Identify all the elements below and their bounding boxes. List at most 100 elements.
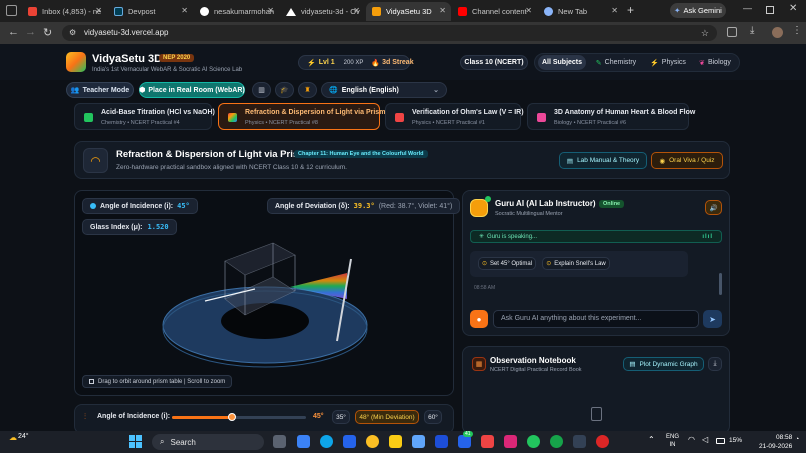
xbox-icon[interactable] bbox=[550, 435, 563, 448]
target-icon: ⊙ bbox=[481, 261, 487, 267]
tab-search-icon[interactable] bbox=[6, 5, 17, 16]
audio-wave-icon: ılıl bbox=[702, 233, 713, 240]
task-view-icon[interactable] bbox=[273, 435, 286, 448]
trophy-icon-button[interactable]: ♜ bbox=[298, 82, 317, 98]
url-bar[interactable]: ⚙ vidyasetu-3d.vercel.app ☆ bbox=[62, 25, 717, 41]
battery-icon[interactable] bbox=[716, 438, 725, 444]
guru-status-badge: Online bbox=[599, 200, 625, 208]
tab-devpost[interactable]: Devpost ✕ bbox=[108, 2, 193, 21]
export-button[interactable]: ⤓ bbox=[708, 357, 722, 371]
practical-heart[interactable]: 3D Anatomy of Human Heart & Blood Flow B… bbox=[527, 103, 695, 130]
game-icon[interactable] bbox=[573, 435, 586, 448]
window-close-icon[interactable]: ✕ bbox=[789, 3, 797, 14]
tab-youtube[interactable]: Channel content ✕ bbox=[452, 2, 537, 21]
wifi-icon[interactable]: ◠ bbox=[688, 435, 695, 444]
webar-button[interactable]: ⬢ Place in Real Room (WebAR) bbox=[139, 82, 245, 98]
set-45-chip[interactable]: ⊙ Set 45° Optimal bbox=[478, 257, 536, 270]
close-icon[interactable]: ✕ bbox=[181, 6, 188, 15]
close-icon[interactable]: ✕ bbox=[267, 6, 274, 15]
volume-icon[interactable]: ◁ bbox=[702, 435, 708, 444]
store-icon[interactable] bbox=[412, 435, 425, 448]
graduation-icon-button[interactable]: 🎓 bbox=[275, 82, 294, 98]
preset-35[interactable]: 35° bbox=[332, 410, 350, 424]
clock[interactable]: 08:58 21-09-2026 bbox=[759, 433, 792, 451]
instagram-icon[interactable] bbox=[504, 435, 517, 448]
pencil-icon bbox=[84, 113, 93, 122]
widgets-icon[interactable] bbox=[297, 435, 310, 448]
subject-chemistry[interactable]: ✎ Chemistry bbox=[590, 55, 642, 70]
devpost-icon bbox=[114, 7, 123, 16]
practical-ohms-law[interactable]: Verification of Ohm's Law (V = IR) Physi… bbox=[385, 103, 524, 130]
app-logo[interactable] bbox=[66, 52, 86, 72]
tab-github[interactable]: nesakumarmohan ✕ bbox=[194, 2, 279, 21]
practical-subtitle: Biology • NCERT Practical #6 bbox=[554, 120, 627, 126]
menu-icon[interactable]: ⋮ bbox=[792, 25, 802, 36]
notification-bell-icon[interactable]: ◔ bbox=[795, 436, 799, 443]
subject-all[interactable]: All Subjects bbox=[538, 55, 586, 70]
minimize-icon[interactable]: — bbox=[743, 3, 752, 13]
prism-viewer[interactable]: Angle of Incidence (i): 45° Glass Index … bbox=[74, 190, 461, 397]
extensions-icon[interactable] bbox=[727, 27, 737, 37]
pen-app-icon[interactable] bbox=[435, 435, 448, 448]
preset-48-min-deviation[interactable]: 48° (Min Deviation) bbox=[355, 410, 419, 424]
prism-scene[interactable] bbox=[75, 191, 455, 397]
red-app-icon[interactable] bbox=[596, 435, 609, 448]
mic-button[interactable]: ● bbox=[470, 310, 488, 328]
profile-avatar[interactable] bbox=[772, 27, 783, 38]
hand-icon bbox=[89, 379, 94, 384]
practical-titration[interactable]: Acid-Base Titration (HCl vs NaOH) Chemis… bbox=[74, 103, 215, 130]
forward-icon[interactable]: → bbox=[25, 26, 36, 38]
guru-input[interactable]: Ask Guru AI anything about this experime… bbox=[493, 310, 699, 328]
explain-snell-chip[interactable]: ⊙ Explain Snell's Law bbox=[542, 257, 610, 270]
slider-thumb[interactable] bbox=[228, 413, 237, 421]
language-indicator[interactable]: ENG IN bbox=[666, 433, 679, 449]
oral-viva-button[interactable]: ◉ Oral Viva / Quiz bbox=[651, 152, 723, 169]
taskbar-search[interactable]: ⌕ Search bbox=[152, 434, 264, 450]
close-icon[interactable]: ✕ bbox=[439, 6, 446, 15]
file-explorer-icon[interactable] bbox=[389, 435, 402, 448]
chart-icon: ▤ bbox=[629, 361, 636, 368]
start-button[interactable] bbox=[129, 435, 142, 448]
weather-icon[interactable]: ☁ bbox=[9, 433, 17, 442]
edge-icon[interactable] bbox=[320, 435, 333, 448]
tab-vercel[interactable]: vidyasetu-3d - Ov ✕ bbox=[280, 2, 365, 21]
teacher-mode-button[interactable]: 👥 Teacher Mode bbox=[66, 82, 134, 98]
restore-icon[interactable] bbox=[766, 6, 774, 14]
preset-60[interactable]: 60° bbox=[424, 410, 442, 424]
plot-graph-button[interactable]: ▤ Plot Dynamic Graph bbox=[623, 357, 704, 371]
back-icon[interactable]: ← bbox=[8, 26, 19, 38]
practical-refraction[interactable]: Refraction & Dispersion of Light via Pri… bbox=[218, 103, 385, 130]
incidence-slider[interactable] bbox=[172, 413, 306, 421]
send-button[interactable]: ➤ bbox=[703, 310, 722, 328]
tab-gmail[interactable]: Inbox (4,853) - ne ✕ bbox=[22, 2, 107, 21]
close-icon[interactable]: ✕ bbox=[353, 6, 360, 15]
close-icon[interactable]: ✕ bbox=[525, 6, 532, 15]
vscode-icon[interactable] bbox=[343, 435, 356, 448]
tray-chevron-icon[interactable]: ⌃ bbox=[648, 435, 655, 444]
close-icon[interactable]: ✕ bbox=[95, 6, 102, 15]
book-icon-button[interactable]: ▥ bbox=[252, 82, 271, 98]
tab-newtab[interactable]: New Tab ✕ bbox=[538, 2, 623, 21]
voice-toggle-button[interactable]: 🔊 bbox=[705, 200, 722, 215]
subject-biology[interactable]: ❦ Biology bbox=[693, 55, 737, 70]
bookmark-star-icon[interactable]: ☆ bbox=[701, 25, 709, 41]
class-select[interactable]: Class 10 (NCERT) bbox=[460, 55, 528, 70]
subject-physics[interactable]: ⚡ Physics bbox=[646, 55, 690, 70]
close-icon[interactable]: ✕ bbox=[611, 6, 618, 15]
new-tab-button[interactable]: + bbox=[627, 3, 634, 17]
ask-gemini-button[interactable]: ✦ Ask Gemini bbox=[670, 3, 726, 18]
download-icon[interactable]: ⤓ bbox=[750, 25, 754, 36]
url-text: vidyasetu-3d.vercel.app bbox=[84, 28, 169, 37]
language-select[interactable]: 🌐 English (English) ⌄ bbox=[321, 82, 447, 98]
chat-scrollbar[interactable] bbox=[719, 273, 722, 295]
whatsapp-icon[interactable] bbox=[527, 435, 540, 448]
tab-vidyasetu[interactable]: VidyaSetu 3D ✕ bbox=[366, 2, 451, 21]
lab-manual-button[interactable]: ▤ Lab Manual & Theory bbox=[559, 152, 647, 169]
youtube-taskbar-icon[interactable] bbox=[481, 435, 494, 448]
chrome-taskbar-icon[interactable] bbox=[366, 435, 379, 448]
reload-icon[interactable]: ↻ bbox=[43, 26, 52, 39]
nep-badge: NEP 2020 bbox=[159, 54, 195, 62]
site-info-icon[interactable]: ⚙ bbox=[69, 25, 76, 41]
experiment-rainbow-icon: ◠ bbox=[83, 148, 108, 173]
oral-viva-label: Oral Viva / Quiz bbox=[669, 157, 715, 164]
